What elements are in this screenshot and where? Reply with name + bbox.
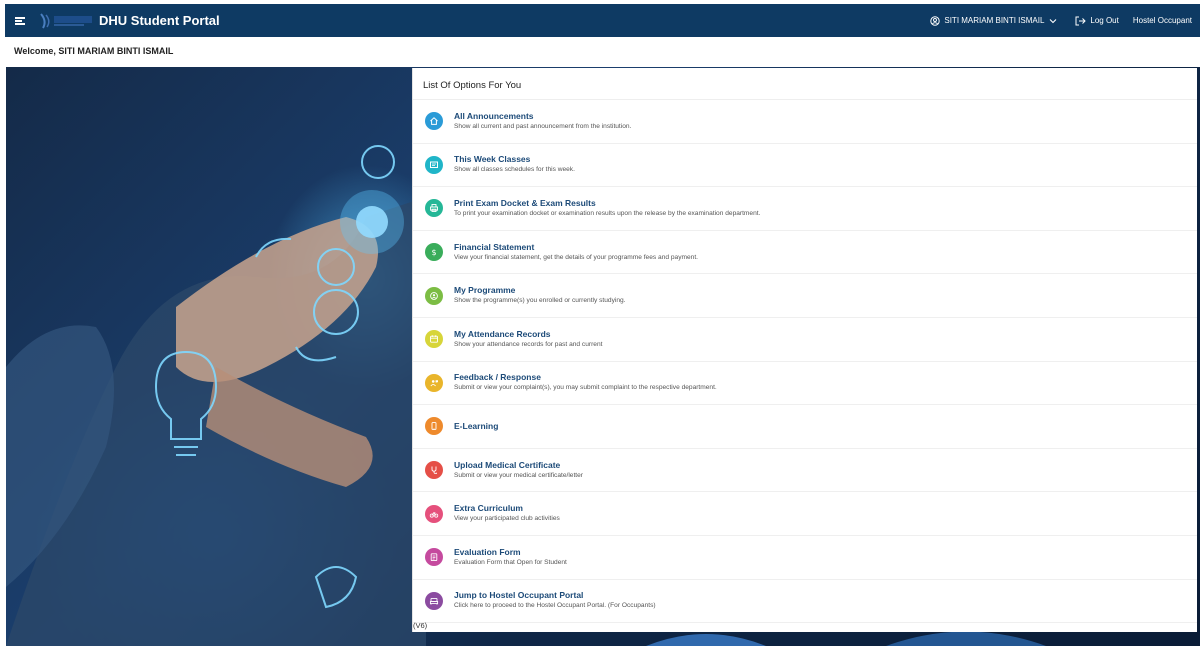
option-hostel-occupant-portal[interactable]: Jump to Hostel Occupant Portal Click her…: [413, 580, 1197, 624]
bicycle-icon: [425, 504, 443, 523]
option-upload-medical-certificate[interactable]: Upload Medical Certificate Submit or vie…: [413, 449, 1197, 493]
hostel-occupant-link[interactable]: Hostel Occupant: [1133, 16, 1192, 25]
version-label: (V6): [413, 621, 428, 630]
user-name: SITI MARIAM BINTI ISMAIL: [944, 16, 1045, 25]
user-circle-icon: [930, 15, 941, 26]
option-e-learning[interactable]: E-Learning: [413, 405, 1197, 449]
option-title: Feedback / Response: [454, 372, 541, 383]
option-this-week-classes[interactable]: This Week Classes Show all classes sched…: [413, 144, 1197, 188]
option-title: Upload Medical Certificate: [454, 459, 561, 470]
option-description: View your participated club activities: [454, 515, 560, 523]
option-description: Submit or view your medical certificate/…: [454, 471, 583, 479]
option-description: Click here to proceed to the Hostel Occu…: [454, 602, 656, 610]
option-title: My Attendance Records: [454, 328, 551, 339]
option-title: This Week Classes: [454, 154, 531, 165]
option-title: Extra Curriculum: [454, 503, 523, 514]
option-title: Financial Statement: [454, 241, 535, 252]
option-print-exam-docket[interactable]: Print Exam Docket & Exam Results To prin…: [413, 187, 1197, 231]
option-description: Evaluation Form that Open for Student: [454, 558, 567, 566]
logout-button[interactable]: Log Out: [1075, 16, 1119, 26]
bed-icon: [425, 591, 443, 610]
option-extra-curriculum[interactable]: Extra Curriculum View your participated …: [413, 492, 1197, 536]
option-title: E-Learning: [454, 420, 499, 431]
option-feedback-response[interactable]: Feedback / Response Submit or view your …: [413, 362, 1197, 406]
portal-title: DHU Student Portal: [99, 13, 220, 28]
top-navbar: DHU Student Portal SITI MARIAM BINTI ISM…: [5, 4, 1200, 37]
home-icon: [425, 112, 443, 131]
clipboard-icon: [425, 548, 443, 567]
option-description: Show all current and past announcement f…: [454, 122, 632, 130]
option-title: Print Exam Docket & Exam Results: [454, 197, 596, 208]
printer-icon: [425, 199, 443, 218]
welcome-message: Welcome, SITI MARIAM BINTI ISMAIL: [14, 46, 174, 56]
option-my-programme[interactable]: My Programme Show the programme(s) you e…: [413, 274, 1197, 318]
option-title: Evaluation Form: [454, 546, 521, 557]
option-evaluation-form[interactable]: Evaluation Form Evaluation Form that Ope…: [413, 536, 1197, 580]
option-all-announcements[interactable]: All Announcements Show all current and p…: [413, 100, 1197, 144]
user-menu[interactable]: SITI MARIAM BINTI ISMAIL: [930, 15, 1061, 26]
options-panel: List Of Options For You All Announcement…: [412, 68, 1197, 632]
option-financial-statement[interactable]: $ Financial Statement View your financia…: [413, 231, 1197, 275]
calendar-icon: [425, 330, 443, 349]
logout-label: Log Out: [1090, 16, 1119, 25]
option-description: Show the programme(s) you enrolled or cu…: [454, 297, 626, 305]
menu-toggle-button[interactable]: [5, 4, 35, 37]
option-attendance-records[interactable]: My Attendance Records Show your attendan…: [413, 318, 1197, 362]
option-title: Jump to Hostel Occupant Portal: [454, 590, 584, 601]
option-description: Show your attendance records for past an…: [454, 340, 603, 348]
option-title: All Announcements: [454, 110, 534, 121]
tablet-icon: [425, 417, 443, 436]
menu-icon: [15, 16, 25, 25]
svg-text:$: $: [431, 248, 436, 257]
university-logo[interactable]: [37, 10, 95, 32]
panel-title: List Of Options For You: [413, 68, 1197, 100]
option-description: To print your examination docket or exam…: [454, 209, 761, 217]
feedback-icon: [425, 373, 443, 392]
board-icon: [425, 155, 443, 174]
option-description: Submit or view your complaint(s), you ma…: [454, 384, 717, 392]
option-title: My Programme: [454, 285, 516, 296]
chevron-down-icon: [1050, 18, 1057, 23]
logout-icon: [1075, 16, 1087, 25]
graduate-icon: [425, 286, 443, 305]
option-description: View your financial statement, get the d…: [454, 253, 698, 261]
option-description: Show all classes schedules for this week…: [454, 166, 575, 174]
dollar-icon: $: [425, 243, 443, 262]
medical-icon: [425, 461, 443, 480]
